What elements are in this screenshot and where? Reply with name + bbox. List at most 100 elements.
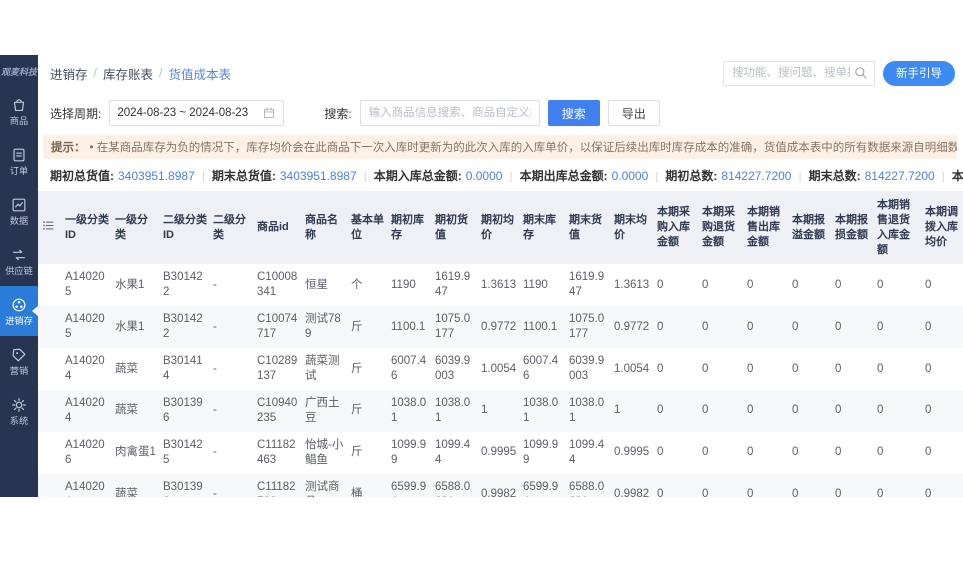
header-cell-loss-amt: 本期报损金额 [832, 191, 874, 264]
main-content: 进销存 / 库存账表 / 货值成本表 新手引导 选择周期: [38, 55, 963, 497]
table-row: A140204蔬菜B301414-C10289137蔬菜测试斤6007.4660… [38, 348, 963, 390]
table-cell-begin-avg: 1.0054 [478, 348, 520, 390]
totals-separator: | [509, 169, 512, 183]
sidebar-nav: 商品订单数据供应链进销存营销系统 [0, 86, 38, 436]
table-cell-purchase-in: 0 [654, 390, 699, 432]
total-label: 期末总数: [809, 167, 861, 184]
table-cell-product-id: C10940235 [254, 390, 302, 432]
search-label: 搜索: [324, 105, 351, 122]
sidebar-item-label: 营销 [10, 367, 28, 376]
header-cell-end-value: 期末货值 [566, 191, 611, 264]
table-cell-cat2-id: B301422 [160, 264, 210, 306]
date-range-picker[interactable]: 2024-08-23 ~ 2024-08-23 [109, 100, 284, 126]
table-cell-sales-out: 0 [744, 474, 789, 497]
sidebar-item-data[interactable]: 数据 [0, 186, 38, 236]
table-cell-product-name: 怡城-小鲳鱼 [302, 432, 348, 474]
data-icon [10, 196, 28, 214]
table-cell-cat2-id: B301396 [160, 390, 210, 432]
sidebar-item-label: 系统 [10, 417, 28, 426]
column-settings-icon[interactable] [41, 218, 56, 233]
header-cell-col-settings[interactable] [38, 191, 62, 264]
total-value: 0.0000 [466, 169, 503, 183]
table-cell-purchase-return: 0 [699, 474, 744, 497]
table-cell-sales-out: 0 [744, 264, 789, 306]
total-label: 本期入库总数: [952, 167, 963, 184]
header-cell-overflow-amt: 本期报溢金额 [789, 191, 832, 264]
goods-icon [10, 96, 28, 114]
table-cell-cat1-id: A140204 [62, 474, 112, 497]
sidebar-item-marketing[interactable]: 营销 [0, 336, 38, 386]
table-cell-end-value: 6039.9003 [566, 348, 611, 390]
table-cell-cat2-id: B301414 [160, 348, 210, 390]
table-cell-cat1-id: A140204 [62, 390, 112, 432]
table-cell-end-avg: 1 [611, 390, 654, 432]
table-cell-overflow-amt: 0 [789, 432, 832, 474]
table-cell-sales-return-in: 0 [874, 348, 922, 390]
total-label: 期末总货值: [212, 167, 276, 184]
date-range-value: 2024-08-23 ~ 2024-08-23 [117, 107, 248, 119]
table-cell-unit: 斤 [348, 390, 388, 432]
table-cell-product-name: 测试789 [302, 306, 348, 348]
cost-table-wrap: 一级分类ID一级分类二级分类ID二级分类商品id商品名称基本单位期初库存期初货值… [38, 191, 963, 497]
total-value: 814227.7200 [721, 169, 791, 183]
sidebar-item-label: 商品 [10, 117, 28, 126]
table-cell-unit: 斤 [348, 348, 388, 390]
header-cell-sales-out: 本期销售出库金额 [744, 191, 789, 264]
table-cell-begin-value: 6588.0601 [432, 474, 478, 497]
total-value: 814227.7200 [865, 169, 935, 183]
table-cell-col-settings [38, 432, 62, 474]
sidebar-item-inventory[interactable]: 进销存 [0, 286, 38, 336]
table-row: A140206肉禽蛋1B301425-C11182463怡城-小鲳鱼斤1099.… [38, 432, 963, 474]
table-cell-loss-amt: 0 [832, 390, 874, 432]
table-cell-cat1-id: A140204 [62, 348, 112, 390]
table-cell-end-avg: 0.9995 [611, 432, 654, 474]
table-cell-transfer-in-avg: 0 [922, 348, 963, 390]
table-cell-overflow-amt: 0 [789, 390, 832, 432]
table-cell-end-value: 6588.0601 [566, 474, 611, 497]
inventory-icon [10, 296, 28, 314]
sidebar: 观麦科技 商品订单数据供应链进销存营销系统 [0, 55, 38, 497]
sidebar-item-goods[interactable]: 商品 [0, 86, 38, 136]
topbar-right: 新手引导 [723, 61, 955, 86]
table-cell-cat2: - [210, 390, 254, 432]
header-cell-begin-value: 期初货值 [432, 191, 478, 264]
table-cell-purchase-return: 0 [699, 390, 744, 432]
total-value: 3403951.8987 [118, 169, 195, 183]
page: 观麦科技 商品订单数据供应链进销存营销系统 进销存 / 库存账表 / 货值成本表 [0, 0, 963, 562]
header-cell-purchase-in: 本期采购入库金额 [654, 191, 699, 264]
newbie-guide-button[interactable]: 新手引导 [883, 61, 955, 86]
table-cell-sales-return-in: 0 [874, 432, 922, 474]
search-icon[interactable] [853, 65, 869, 81]
breadcrumb-item-jinxiaocun[interactable]: 进销存 [50, 64, 88, 83]
table-cell-unit: 桶 [348, 474, 388, 497]
sidebar-item-label: 供应链 [5, 267, 33, 276]
table-cell-begin-avg: 0.9995 [478, 432, 520, 474]
breadcrumb-item-kucunzhangbiao[interactable]: 库存账表 [103, 64, 153, 83]
table-row: A140204蔬菜B301396-C11182766测试商品桶6599.9465… [38, 474, 963, 497]
sidebar-item-system[interactable]: 系统 [0, 386, 38, 436]
table-cell-end-stock: 1190 [520, 264, 566, 306]
search-button[interactable]: 搜索 [548, 100, 600, 126]
table-cell-cat1-id: A140205 [62, 306, 112, 348]
system-icon [10, 396, 28, 414]
export-button[interactable]: 导出 [608, 100, 660, 126]
table-cell-begin-stock: 6599.94 [388, 474, 432, 497]
totals-separator: | [798, 169, 801, 183]
totals-separator: | [364, 169, 367, 183]
header-cell-purchase-return: 本期采购退货金额 [699, 191, 744, 264]
sidebar-item-supply-chain[interactable]: 供应链 [0, 236, 38, 286]
table-cell-overflow-amt: 0 [789, 474, 832, 497]
header-cell-cat2-id: 二级分类ID [160, 191, 210, 264]
table-cell-col-settings [38, 390, 62, 432]
sidebar-item-orders[interactable]: 订单 [0, 136, 38, 186]
table-cell-cat1: 蔬菜 [112, 474, 160, 497]
table-row: A140204蔬菜B301396-C10940235广西土豆斤1038.0110… [38, 390, 963, 432]
filter-bar: 选择周期: 2024-08-23 ~ 2024-08-23 搜索: 搜索 导出 [38, 91, 963, 135]
table-cell-begin-value: 6039.9003 [432, 348, 478, 390]
table-cell-overflow-amt: 0 [789, 306, 832, 348]
period-label: 选择周期: [50, 105, 101, 122]
table-cell-cat2: - [210, 474, 254, 497]
table-cell-cat1: 水果1 [112, 264, 160, 306]
product-search-input[interactable] [360, 100, 540, 126]
table-cell-col-settings [38, 348, 62, 390]
